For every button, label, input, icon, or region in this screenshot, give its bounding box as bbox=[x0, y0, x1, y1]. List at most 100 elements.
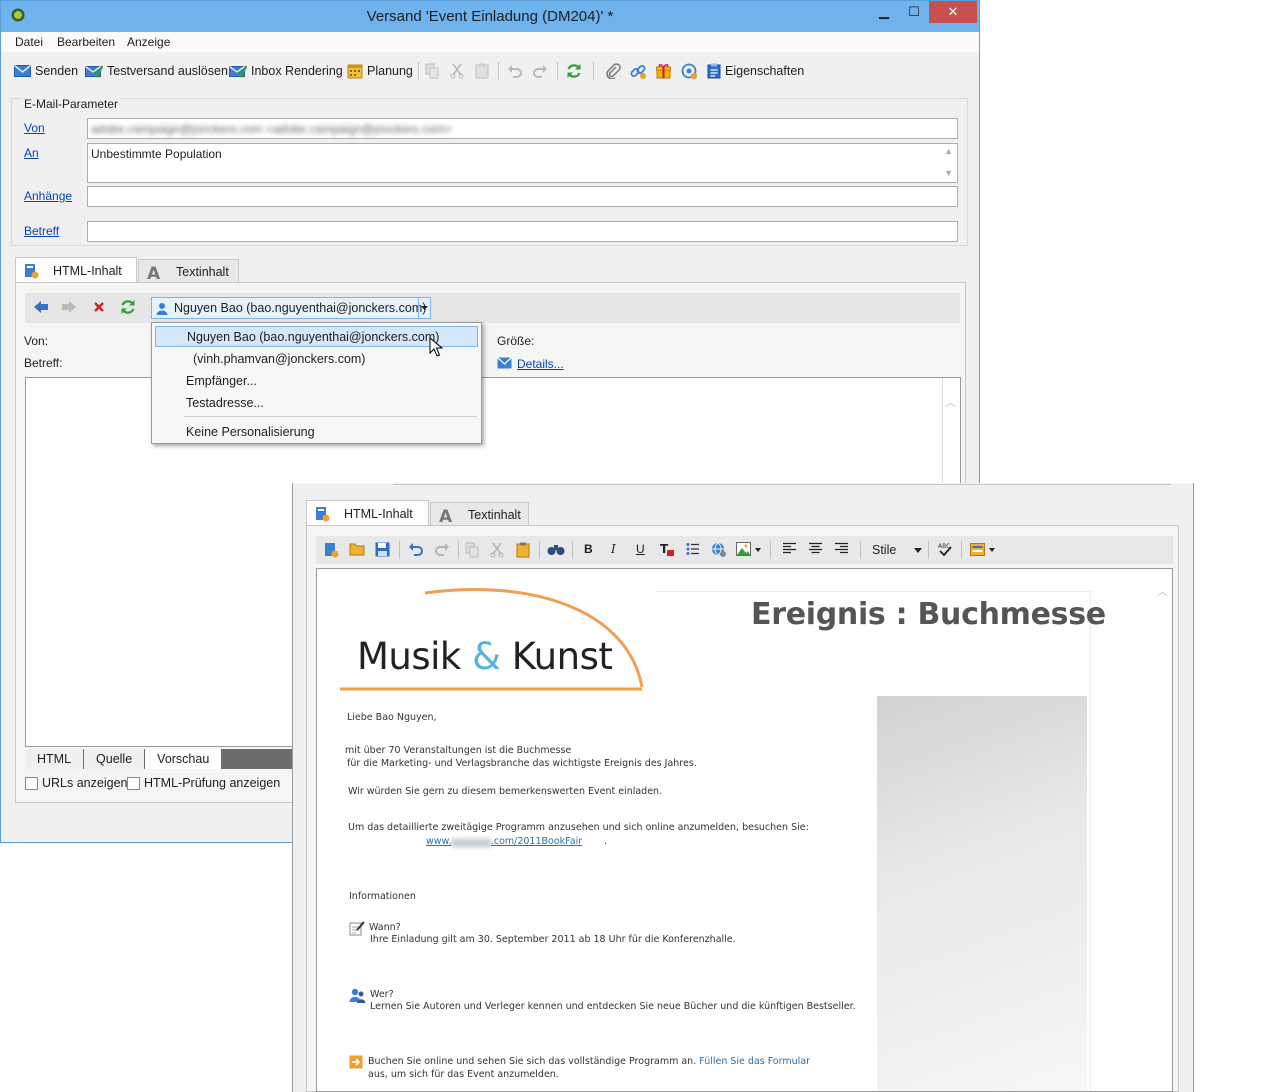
show-urls-checkbox[interactable]: URLs anzeigen bbox=[25, 776, 127, 790]
spellcheck-icon[interactable]: ABC bbox=[937, 542, 953, 557]
copy-icon[interactable] bbox=[465, 542, 479, 558]
paste-button[interactable] bbox=[475, 61, 493, 81]
window-title: Versand 'Event Einladung (DM204)' * bbox=[366, 8, 614, 25]
undo-icon[interactable] bbox=[408, 542, 424, 556]
align-center-icon[interactable] bbox=[809, 542, 822, 555]
link-icon bbox=[630, 63, 647, 80]
copy-button[interactable] bbox=[425, 61, 443, 81]
text-color-icon[interactable]: T bbox=[660, 542, 675, 557]
tab-html-view[interactable]: HTML bbox=[25, 749, 85, 769]
tab-html-content[interactable]: HTML-Inhalt bbox=[15, 257, 137, 284]
redo-button[interactable] bbox=[532, 61, 552, 81]
close-button[interactable]: ✕ bbox=[929, 1, 977, 23]
scissors-icon[interactable] bbox=[490, 542, 504, 558]
target-button[interactable] bbox=[681, 61, 702, 81]
styles-select[interactable]: Stile bbox=[872, 541, 922, 559]
redo-icon[interactable] bbox=[434, 542, 450, 556]
personalization-select[interactable]: Nguyen Bao (bao.nguyenthai@jonckers.com) bbox=[151, 297, 431, 319]
schedule-label: Planung bbox=[367, 64, 413, 78]
tab-text-content[interactable]: A Textinhalt bbox=[430, 502, 529, 526]
menu-bar: Datei Bearbeiten Anzeige bbox=[1, 32, 979, 52]
scroll-up-icon[interactable]: ▲ bbox=[944, 146, 953, 156]
to-label-link[interactable]: An bbox=[24, 146, 39, 160]
toolbar-separator bbox=[593, 62, 594, 80]
show-html-check-checkbox[interactable]: HTML-Prüfung anzeigen bbox=[127, 776, 280, 790]
refresh-icon[interactable] bbox=[120, 299, 136, 315]
group-legend: E-Mail-Parameter bbox=[22, 97, 121, 111]
tab-source-view[interactable]: Quelle bbox=[84, 749, 146, 769]
dropdown-item-recipient[interactable]: Empfänger... bbox=[155, 370, 478, 391]
tab-text-content[interactable]: A Textinhalt bbox=[138, 259, 239, 283]
subject-field[interactable] bbox=[87, 221, 958, 242]
chevron-down-icon[interactable] bbox=[418, 298, 430, 318]
properties-button[interactable]: Eigenschaften bbox=[707, 61, 804, 81]
tab-html-label: HTML-Inhalt bbox=[344, 507, 413, 521]
list-icon[interactable] bbox=[686, 542, 700, 556]
align-right-icon[interactable] bbox=[835, 542, 848, 555]
italic-icon[interactable]: I bbox=[611, 542, 616, 556]
envelope-check-icon bbox=[229, 64, 247, 79]
tab-html-content[interactable]: HTML-Inhalt bbox=[306, 500, 429, 527]
tab-preview-view[interactable]: Vorschau bbox=[145, 749, 223, 769]
email-booking-text-2: aus, um sich für das Event anzumelden. bbox=[368, 1069, 559, 1080]
maximize-button[interactable]: ☐ bbox=[899, 1, 929, 23]
form-link[interactable]: Füllen Sie das Formular bbox=[699, 1056, 810, 1067]
url-prefix: www. bbox=[426, 836, 452, 847]
to-field[interactable]: Unbestimmte Population ▲ ▼ bbox=[87, 143, 958, 183]
save-icon[interactable] bbox=[375, 542, 390, 557]
toolbar-separator bbox=[498, 62, 499, 80]
html-editor-canvas[interactable]: ︿ Ereignis : Buchmesse Musik & Kunst Lie… bbox=[316, 568, 1173, 1092]
dropdown-item-no-personalization[interactable]: Keine Personalisierung bbox=[155, 421, 478, 442]
menu-bearbeiten[interactable]: Bearbeiten bbox=[57, 35, 115, 49]
scissors-icon bbox=[450, 63, 464, 79]
checkbox-box[interactable] bbox=[127, 776, 140, 790]
schedule-button[interactable]: Planung bbox=[347, 61, 413, 81]
checkbox-box[interactable] bbox=[25, 776, 38, 790]
preview-subject-label: Betreff: bbox=[24, 356, 63, 370]
email-event-url[interactable]: www.xxxxxxx.com/2011BookFair bbox=[426, 836, 582, 847]
styles-label: Stile bbox=[872, 543, 897, 557]
cut-button[interactable] bbox=[450, 61, 468, 81]
link-button[interactable] bbox=[630, 61, 651, 81]
inbox-rendering-button[interactable]: Inbox Rendering bbox=[229, 61, 343, 81]
back-arrow-icon[interactable] bbox=[33, 300, 49, 314]
menu-datei[interactable]: Datei bbox=[15, 35, 43, 49]
new-doc-icon[interactable] bbox=[324, 542, 339, 558]
from-label-link[interactable]: Von bbox=[24, 121, 45, 135]
subject-label-link[interactable]: Betreff bbox=[24, 224, 59, 238]
underline-icon[interactable]: U bbox=[636, 542, 645, 556]
personalization-block-icon[interactable] bbox=[970, 542, 998, 557]
booking-text: Buchen Sie online und sehen Sie sich das… bbox=[368, 1056, 697, 1067]
bold-icon[interactable]: B bbox=[584, 542, 593, 556]
menu-anzeige[interactable]: Anzeige bbox=[127, 35, 170, 49]
preview-from-label: Von: bbox=[24, 334, 49, 348]
details-link[interactable]: Details... bbox=[517, 357, 564, 371]
attachments-label-link[interactable]: Anhänge bbox=[24, 189, 72, 203]
proof-button[interactable]: Testversand auslösen bbox=[85, 61, 228, 81]
person-icon bbox=[156, 302, 168, 315]
attachments-field[interactable] bbox=[87, 186, 958, 207]
email-info-heading: Informationen bbox=[349, 891, 416, 902]
attachment-button[interactable] bbox=[605, 61, 625, 81]
url-hidden-part: xxxxxxx bbox=[451, 836, 491, 847]
open-folder-icon[interactable] bbox=[349, 542, 365, 556]
forward-arrow-icon[interactable] bbox=[61, 300, 77, 314]
delete-icon[interactable] bbox=[93, 301, 105, 313]
send-button[interactable]: Senden bbox=[14, 61, 78, 81]
dropdown-item-test-address[interactable]: Testadresse... bbox=[155, 392, 478, 413]
image-icon[interactable] bbox=[736, 542, 762, 557]
send-label: Senden bbox=[35, 64, 79, 78]
binoculars-icon[interactable] bbox=[547, 542, 565, 556]
scroll-up-icon[interactable]: ︿ bbox=[945, 394, 956, 410]
offer-button[interactable] bbox=[656, 61, 675, 81]
refresh-button[interactable] bbox=[566, 61, 586, 81]
clipboard-icon[interactable] bbox=[516, 542, 530, 558]
align-left-icon[interactable] bbox=[783, 542, 796, 555]
scroll-down-icon[interactable]: ▼ bbox=[944, 168, 953, 178]
undo-button[interactable] bbox=[507, 61, 527, 81]
globe-link-icon[interactable] bbox=[711, 542, 727, 558]
email-booking-text: Buchen Sie online und sehen Sie sich das… bbox=[368, 1056, 810, 1067]
from-field[interactable]: adobe.campaign@jonckers.com <adobe.campa… bbox=[87, 118, 958, 139]
minimize-button[interactable]: ▁ bbox=[869, 1, 899, 23]
properties-label: Eigenschaften bbox=[725, 64, 805, 78]
